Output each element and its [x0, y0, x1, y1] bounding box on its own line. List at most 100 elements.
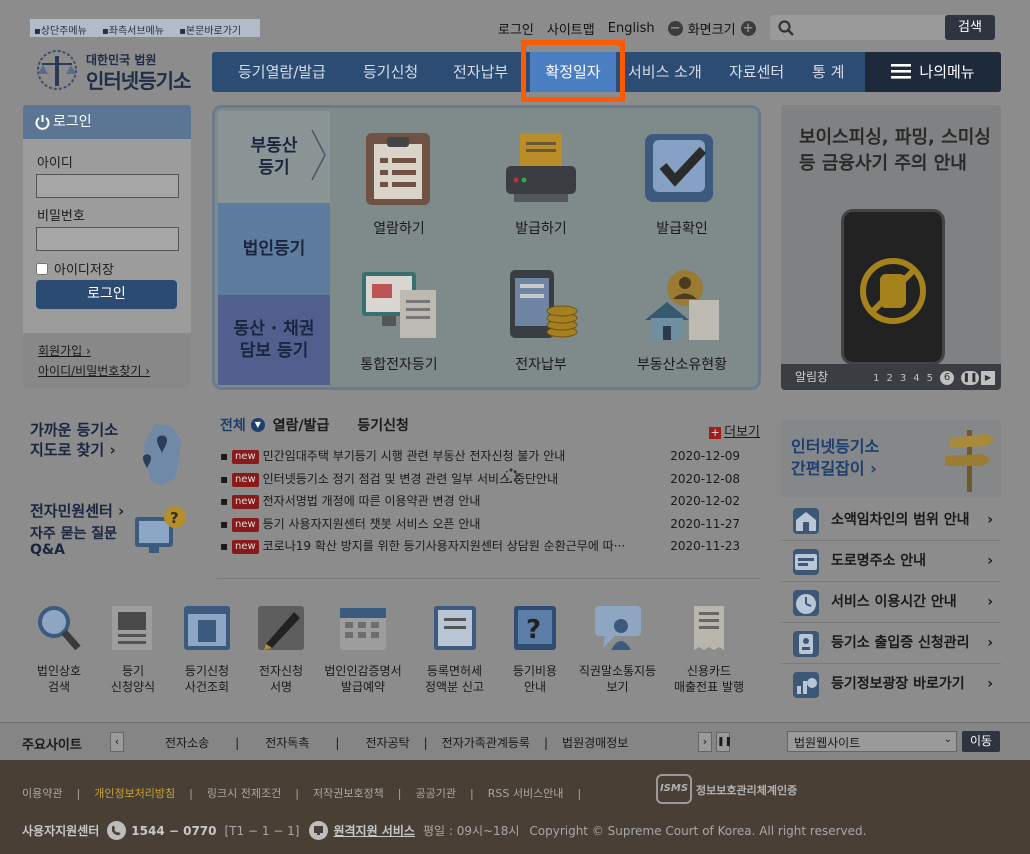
save-id-label: 아이디저장 [54, 263, 114, 278]
link-access-pass[interactable]: 등기소 출입증 신청관리 › [781, 623, 1001, 664]
quick-corp-name-search[interactable]: 법인상호 검색 [19, 604, 99, 695]
skip-link-content[interactable]: ▪본문바로가기 [179, 26, 247, 37]
footer-link-privacy[interactable]: 개인정보처리방침 [94, 787, 175, 800]
skip-link-main-menu[interactable]: ▪상단주메뉴 [34, 26, 93, 37]
page-1[interactable]: 1 [873, 373, 879, 384]
menu-item-e-payment[interactable]: 전자납부 [453, 52, 508, 92]
notice-icon [594, 606, 641, 650]
page-2[interactable]: 2 [887, 373, 893, 384]
service-view[interactable]: 열람하기 [339, 130, 459, 238]
site-link[interactable]: 법원경매정보 [562, 736, 628, 750]
search-input[interactable] [800, 18, 940, 37]
quick-card-receipt[interactable]: 신용카드 매출전표 발행 [664, 604, 754, 695]
quick-case-search[interactable]: 등기신청 사건조회 [167, 604, 247, 695]
sitemap-link[interactable]: 사이트맵 [547, 19, 595, 38]
my-menu-button[interactable]: 나의메뉴 [865, 52, 1001, 92]
service-issue[interactable]: 발급하기 [481, 130, 601, 238]
list-item[interactable]: ▪ new 코로나19 확산 방지를 위한 등기사용자지원센터 상담원 순환근무에… [220, 535, 760, 558]
list-item[interactable]: ▪ new 인터넷등기소 정기 점검 및 변경 관련 일부 서비스 중단안내 202… [220, 468, 760, 491]
menu-item-data-center[interactable]: 자료센터 [729, 52, 784, 92]
prev-icon[interactable]: ‹ [110, 732, 124, 752]
news-list: ▪ new 민간임대주택 부기등기 시행 관련 부동산 전자신청 불가 안내 202… [220, 445, 760, 558]
news-tabs: 전체 ▼ 열람/발급 등기신청 [220, 415, 760, 435]
quick-seal-reservation[interactable]: 법인인감증명서 발급예약 [318, 604, 408, 695]
phone-illustration [841, 209, 945, 365]
font-size-control: − 화면크기 + [667, 19, 756, 38]
right-links: 소액임차인의 범위 안내 › 도로명주소 안내 › 서비스 이용시간 안내 › 등기소… [781, 500, 1001, 705]
site-link[interactable]: 전자공탁 [365, 736, 409, 750]
pause-sites-icon[interactable]: ❚❚ [716, 732, 732, 752]
pause-icon[interactable]: ❚❚ [961, 371, 979, 385]
font-increase-icon[interactable]: + [740, 20, 756, 36]
service-integrated[interactable]: 통합전자등기 [339, 266, 459, 374]
font-decrease-icon[interactable]: − [667, 20, 683, 36]
quick-cancellation-notice[interactable]: 직권말소통지등 보기 [570, 604, 665, 695]
quick-fees[interactable]: ? 등기비용 안내 [495, 604, 575, 695]
service-ownership[interactable]: 부동산소유현황 [622, 266, 742, 374]
news-title: 등기 사용자지원센터 챗봇 서비스 오픈 안내 [262, 516, 481, 531]
link-service-hours[interactable]: 서비스 이용시간 안내 › [781, 582, 1001, 623]
menu-item-view-issue[interactable]: 등기열람/발급 [238, 52, 326, 92]
menu-item-statistics[interactable]: 통 계 [812, 52, 844, 92]
font-size-label: 화면크기 [687, 22, 736, 38]
footer-link-copyright[interactable]: 저작권보호정책 [313, 787, 384, 800]
service-view-label: 열람하기 [373, 221, 425, 237]
menu-item-registration[interactable]: 등기신청 [363, 52, 418, 92]
remote-support-link[interactable]: 원격지원 서비스 [333, 822, 414, 839]
list-item[interactable]: ▪ new 민간임대주택 부기등기 시행 관련 부동산 전자신청 불가 안내 202… [220, 445, 760, 468]
page-4[interactable]: 4 [913, 373, 919, 384]
logo[interactable]: 대한민국 법원 인터넷등기소 [30, 48, 200, 94]
service-verify[interactable]: 발급확인 [622, 130, 742, 238]
quick-label: 법인인감증명서 발급예약 [324, 664, 402, 694]
password-field[interactable] [36, 227, 179, 251]
quick-license-tax[interactable]: 등록면허세 정액분 신고 [412, 604, 497, 695]
login-link[interactable]: 로그인 [498, 19, 534, 38]
calendar-icon [340, 608, 386, 650]
page-5[interactable]: 5 [927, 373, 933, 384]
list-item[interactable]: ▪ new 등기 사용자지원센터 챗봇 서비스 오픈 안내 2020-11-27 [220, 513, 760, 536]
find-account-link[interactable]: 아이디/비밀번호찾기 › [38, 361, 176, 381]
link-road-address[interactable]: 도로명주소 안내 › [781, 541, 1001, 582]
tab-all[interactable]: 전체 [220, 415, 246, 435]
footer-link-rss[interactable]: RSS 서비스안내 [488, 787, 564, 800]
search-button[interactable]: 검색 [945, 15, 995, 40]
english-link[interactable]: English [608, 21, 655, 36]
link-small-tenant[interactable]: 소액임차인의 범위 안내 › [781, 500, 1001, 541]
skip-link-side-menu[interactable]: ▪좌측서브메뉴 [102, 26, 170, 37]
signup-link[interactable]: 회원가입 › [38, 341, 176, 361]
footer-link-terms[interactable]: 이용약관 [22, 787, 62, 800]
guide-banner[interactable]: 인터넷등기소 간편길잡이 › [781, 420, 1001, 497]
next-icon[interactable]: ▶ [981, 371, 995, 385]
footer-link-link-policy[interactable]: 링크시 전제조건 [207, 787, 281, 800]
go-button[interactable]: 이동 [962, 731, 1000, 752]
tab-registration[interactable]: 등기신청 [357, 415, 409, 435]
service-epay[interactable]: 전자납부 [481, 266, 601, 374]
document-list-icon [366, 133, 430, 205]
login-button[interactable]: 로그인 [36, 280, 177, 309]
tab-movable-property[interactable]: 동산 · 채권 담보 등기 [218, 295, 330, 385]
link-info-plaza[interactable]: 등기정보광장 바로가기 › [781, 664, 1001, 705]
tab-view-issue[interactable]: 열람/발급 [273, 415, 330, 435]
site-link[interactable]: 전자가족관계등록 [442, 736, 530, 750]
footer-link-public[interactable]: 공공기관 [416, 787, 456, 800]
id-field[interactable] [36, 174, 179, 198]
site-link[interactable]: 전자독촉 [265, 736, 309, 750]
more-link[interactable]: + 더보기 [709, 421, 760, 440]
page-3[interactable]: 3 [900, 373, 906, 384]
quick-label: 등기 신청양식 [110, 664, 156, 694]
list-item[interactable]: ▪ new 전자서명법 개정에 따른 이용약관 변경 안내 2020-12-02 [220, 490, 760, 513]
notice-banner[interactable]: 보이스피싱, 파밍, 스미싱 등 금융사기 주의 안내 알림창 1 2 3 4 … [781, 105, 1001, 390]
save-id-checkbox[interactable] [36, 262, 48, 275]
quick-e-signature[interactable]: 전자신청 서명 [241, 604, 321, 695]
next-site-icon[interactable]: › [698, 732, 712, 752]
no-phishing-icon [860, 258, 926, 324]
site-select[interactable]: 법원웹사이트 ⌄ [787, 731, 957, 752]
remote-support-icon [309, 821, 329, 840]
menu-item-service-intro[interactable]: 서비스 소개 [628, 52, 702, 92]
pen-icon [258, 606, 304, 650]
page-6-active[interactable]: 6 [940, 371, 954, 385]
tab-corporate[interactable]: 법인등기 [218, 203, 330, 295]
quick-application-form[interactable]: 등기 신청양식 [93, 604, 173, 695]
site-link[interactable]: 전자소송 [165, 736, 209, 750]
login-panel: 로그인 아이디 비밀번호 아이디저장 로그인 회원가입 › 아이디/비밀번호찾기… [23, 105, 191, 388]
